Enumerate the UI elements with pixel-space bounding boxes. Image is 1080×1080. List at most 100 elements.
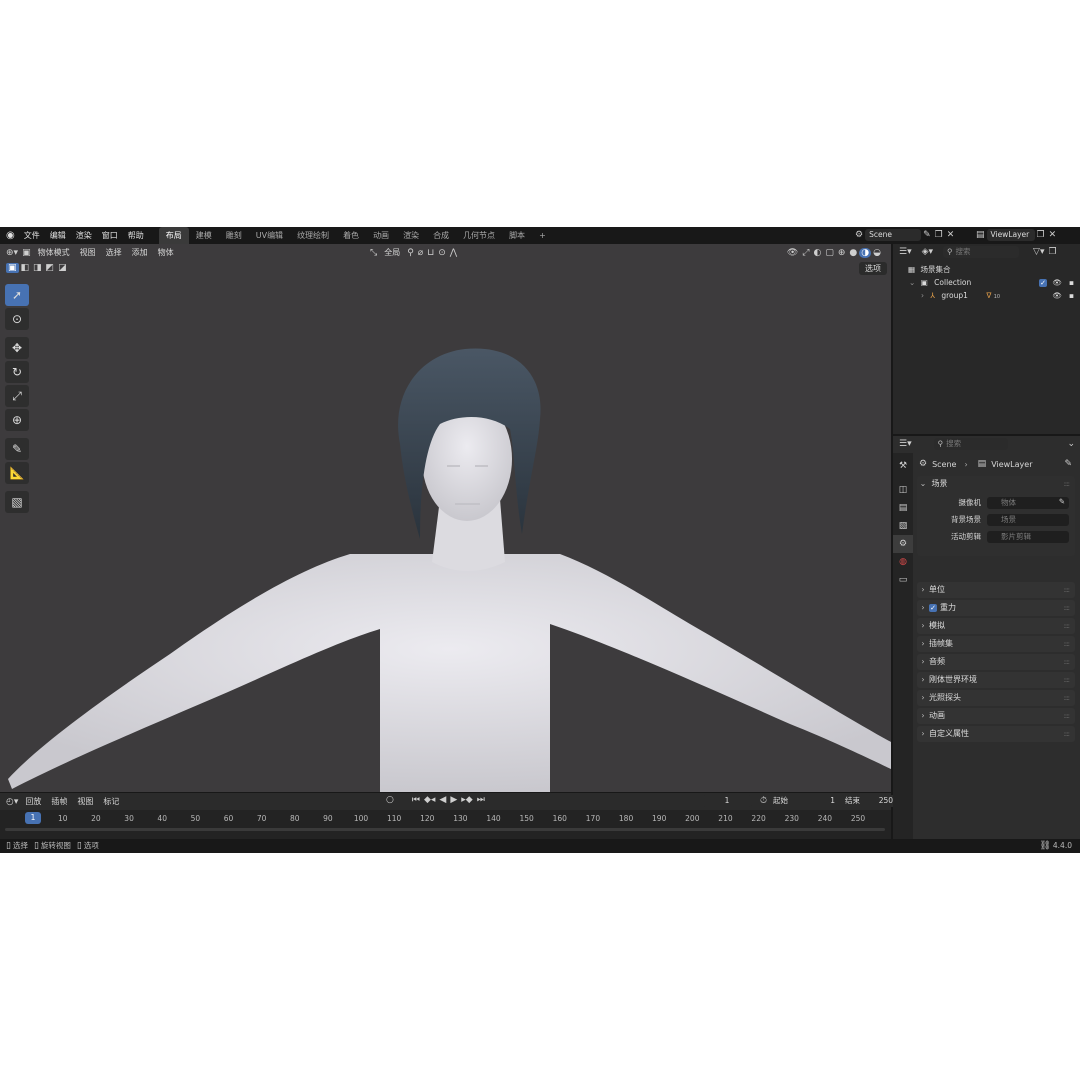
timeline-editor-icon[interactable]: ◴▾ <box>0 797 20 807</box>
orientation-dropdown[interactable]: 全局 <box>379 244 405 261</box>
scale-tool[interactable]: ⤢ <box>5 385 29 407</box>
tab-compositing[interactable]: 合成 <box>426 227 456 244</box>
drag-handle-icon[interactable]: :::: <box>1064 672 1071 688</box>
tab-rendering[interactable]: 渲染 <box>396 227 426 244</box>
new-scene-icon[interactable]: ❐ <box>933 230 945 240</box>
eyedropper-icon[interactable]: ✎ <box>1059 497 1065 506</box>
menu-view[interactable]: 视图 <box>75 244 101 261</box>
tab-animation[interactable]: 动画 <box>366 227 396 244</box>
keying-dropdown[interactable]: 插帧 <box>46 793 72 810</box>
options-dropdown[interactable]: 选项 <box>859 262 887 275</box>
filter-icon[interactable]: ▽▾ <box>1031 247 1046 257</box>
menu-render[interactable]: 渲染 <box>71 227 97 244</box>
eye-icon[interactable]: 👁 <box>1052 276 1062 289</box>
drag-handle-icon[interactable]: :::: <box>1064 476 1071 492</box>
menu-edit[interactable]: 编辑 <box>45 227 71 244</box>
timeline-view-menu[interactable]: 视图 <box>72 793 98 810</box>
solid-shading-icon[interactable]: ● <box>847 248 859 258</box>
wireframe-shading-icon[interactable]: ⊕ <box>836 248 848 258</box>
timeline-ruler[interactable]: 1 10 20 30 40 50 60 70 80 90 100 110 120 130 140 150 160… <box>0 810 891 839</box>
tab-sculpting[interactable]: 雕刻 <box>219 227 249 244</box>
select-box-tool[interactable]: ➚ <box>5 284 29 306</box>
world-tab-icon[interactable]: ◍ <box>893 553 913 571</box>
cursor-tool[interactable]: ⊙ <box>5 308 29 330</box>
properties-editor-icon[interactable]: ☰▾ <box>897 439 914 449</box>
panel-gravity[interactable]: › ✓ 重力:::: <box>917 600 1075 616</box>
transform-tool[interactable]: ⊕ <box>5 409 29 431</box>
select-extend-icon[interactable]: ◧ <box>19 263 32 273</box>
exclude-checkbox-icon[interactable]: ✓ <box>1039 276 1050 289</box>
playback-dropdown[interactable]: 回放 <box>20 793 46 810</box>
drag-handle-icon[interactable]: :::: <box>1064 708 1071 724</box>
select-invert-icon[interactable]: ◩ <box>44 263 57 273</box>
end-frame-field[interactable]: 结束 250 <box>841 795 898 807</box>
blender-logo-icon[interactable]: ◉ <box>0 230 19 241</box>
panel-animation[interactable]: › 动画:::: <box>917 708 1075 724</box>
menu-file[interactable]: 文件 <box>19 227 45 244</box>
display-mode-icon[interactable]: ◈▾ <box>920 247 935 257</box>
tool-tab-icon[interactable]: ⚒ <box>893 457 913 475</box>
new-collection-icon[interactable]: ❐ <box>1047 247 1059 257</box>
marker-menu[interactable]: 标记 <box>98 793 124 810</box>
new-viewlayer-icon[interactable]: ❐ <box>1035 230 1047 240</box>
jump-end-icon[interactable]: ⏭ <box>475 795 487 805</box>
tab-modeling[interactable]: 建模 <box>189 227 219 244</box>
select-new-icon[interactable]: ▣ <box>6 263 19 273</box>
pivot-icon[interactable]: ⚲ <box>405 248 416 258</box>
outliner-row-group1[interactable]: › ⅄ group1 ∇ 10 👁 ▪ <box>893 289 1080 302</box>
scene-tab-icon[interactable]: ⚙ <box>893 535 913 553</box>
properties-search[interactable]: ⚲ 搜索 <box>933 438 1008 450</box>
tab-scripting[interactable]: 脚本 <box>502 227 532 244</box>
drag-handle-icon[interactable]: :::: <box>1064 654 1071 670</box>
menu-window[interactable]: 窗口 <box>97 227 123 244</box>
start-frame-field[interactable]: 起始 1 <box>769 795 840 807</box>
scene-panel-header[interactable]: ⌄ 场景 :::: <box>917 476 1075 492</box>
panel-light-probes[interactable]: › 光照探头:::: <box>917 690 1075 706</box>
collection-tab-icon[interactable]: ▭ <box>893 571 913 589</box>
select-intersect-icon[interactable]: ◪ <box>56 263 69 273</box>
panel-simulation[interactable]: › 模拟:::: <box>917 618 1075 634</box>
preview-range-icon[interactable]: ⏱ <box>758 796 769 806</box>
outliner-search[interactable]: ⚲ 搜索 <box>943 246 1020 258</box>
panel-custom-properties[interactable]: › 自定义属性:::: <box>917 726 1075 742</box>
select-subtract-icon[interactable]: ◨ <box>31 263 44 273</box>
gravity-checkbox[interactable]: ✓ <box>929 603 937 612</box>
output-tab-icon[interactable]: ▤ <box>893 499 913 517</box>
camera-icon[interactable]: ▪ <box>1069 289 1074 302</box>
scene-field[interactable]: Scene <box>865 229 922 241</box>
xray-icon[interactable]: ▢ <box>823 248 836 258</box>
material-shading-icon[interactable]: ◑ <box>859 247 872 258</box>
outliner-row-scene-collection[interactable]: ▦ 场景集合 <box>893 263 1080 276</box>
object-mode-dropdown[interactable]: 物体模式 <box>33 244 75 261</box>
snap-target-icon[interactable]: ⊔ <box>425 248 436 258</box>
tab-uv-editing[interactable]: UV编辑 <box>249 227 290 244</box>
move-tool[interactable]: ✥ <box>5 337 29 359</box>
chevron-down-icon[interactable]: ⌄ <box>893 278 915 287</box>
rotate-tool[interactable]: ↻ <box>5 361 29 383</box>
add-cube-tool[interactable]: ▧ <box>5 491 29 513</box>
menu-object[interactable]: 物体 <box>153 244 179 261</box>
chevron-down-icon[interactable]: ⌄ <box>1065 439 1077 449</box>
tab-layout[interactable]: 布局 <box>158 227 189 244</box>
auto-key-icon[interactable]: ○ <box>384 795 396 805</box>
viewlayer-field[interactable]: ViewLayer <box>986 229 1035 241</box>
drag-handle-icon[interactable]: :::: <box>1064 726 1071 742</box>
menu-select[interactable]: 选择 <box>101 244 127 261</box>
overlay-icon[interactable]: ◐ <box>812 248 824 258</box>
tab-shading[interactable]: 着色 <box>336 227 366 244</box>
pin-icon[interactable]: ✎ <box>1062 459 1074 469</box>
gizmo-icon[interactable]: ⤢ <box>800 248 811 258</box>
panel-units[interactable]: › 单位:::: <box>917 582 1075 598</box>
drag-handle-icon[interactable]: :::: <box>1064 636 1071 652</box>
play-icon[interactable]: ▶ <box>448 795 459 805</box>
chevron-right-icon[interactable]: › <box>893 291 924 300</box>
scene-icon[interactable]: ⚙ <box>853 230 865 240</box>
visibility-icon[interactable]: 👁 <box>785 248 800 258</box>
render-tab-icon[interactable]: ◫ <box>893 481 913 499</box>
camera-field[interactable]: 物体 <box>987 497 1069 509</box>
close-icon[interactable]: ✕ <box>945 230 957 240</box>
jump-start-icon[interactable]: ⏮ <box>410 795 422 805</box>
panel-rigid-body-world[interactable]: › 刚体世界环境:::: <box>917 672 1075 688</box>
falloff-icon[interactable]: ⋀ <box>448 248 459 258</box>
next-keyframe-icon[interactable]: ▸◆ <box>459 795 474 805</box>
